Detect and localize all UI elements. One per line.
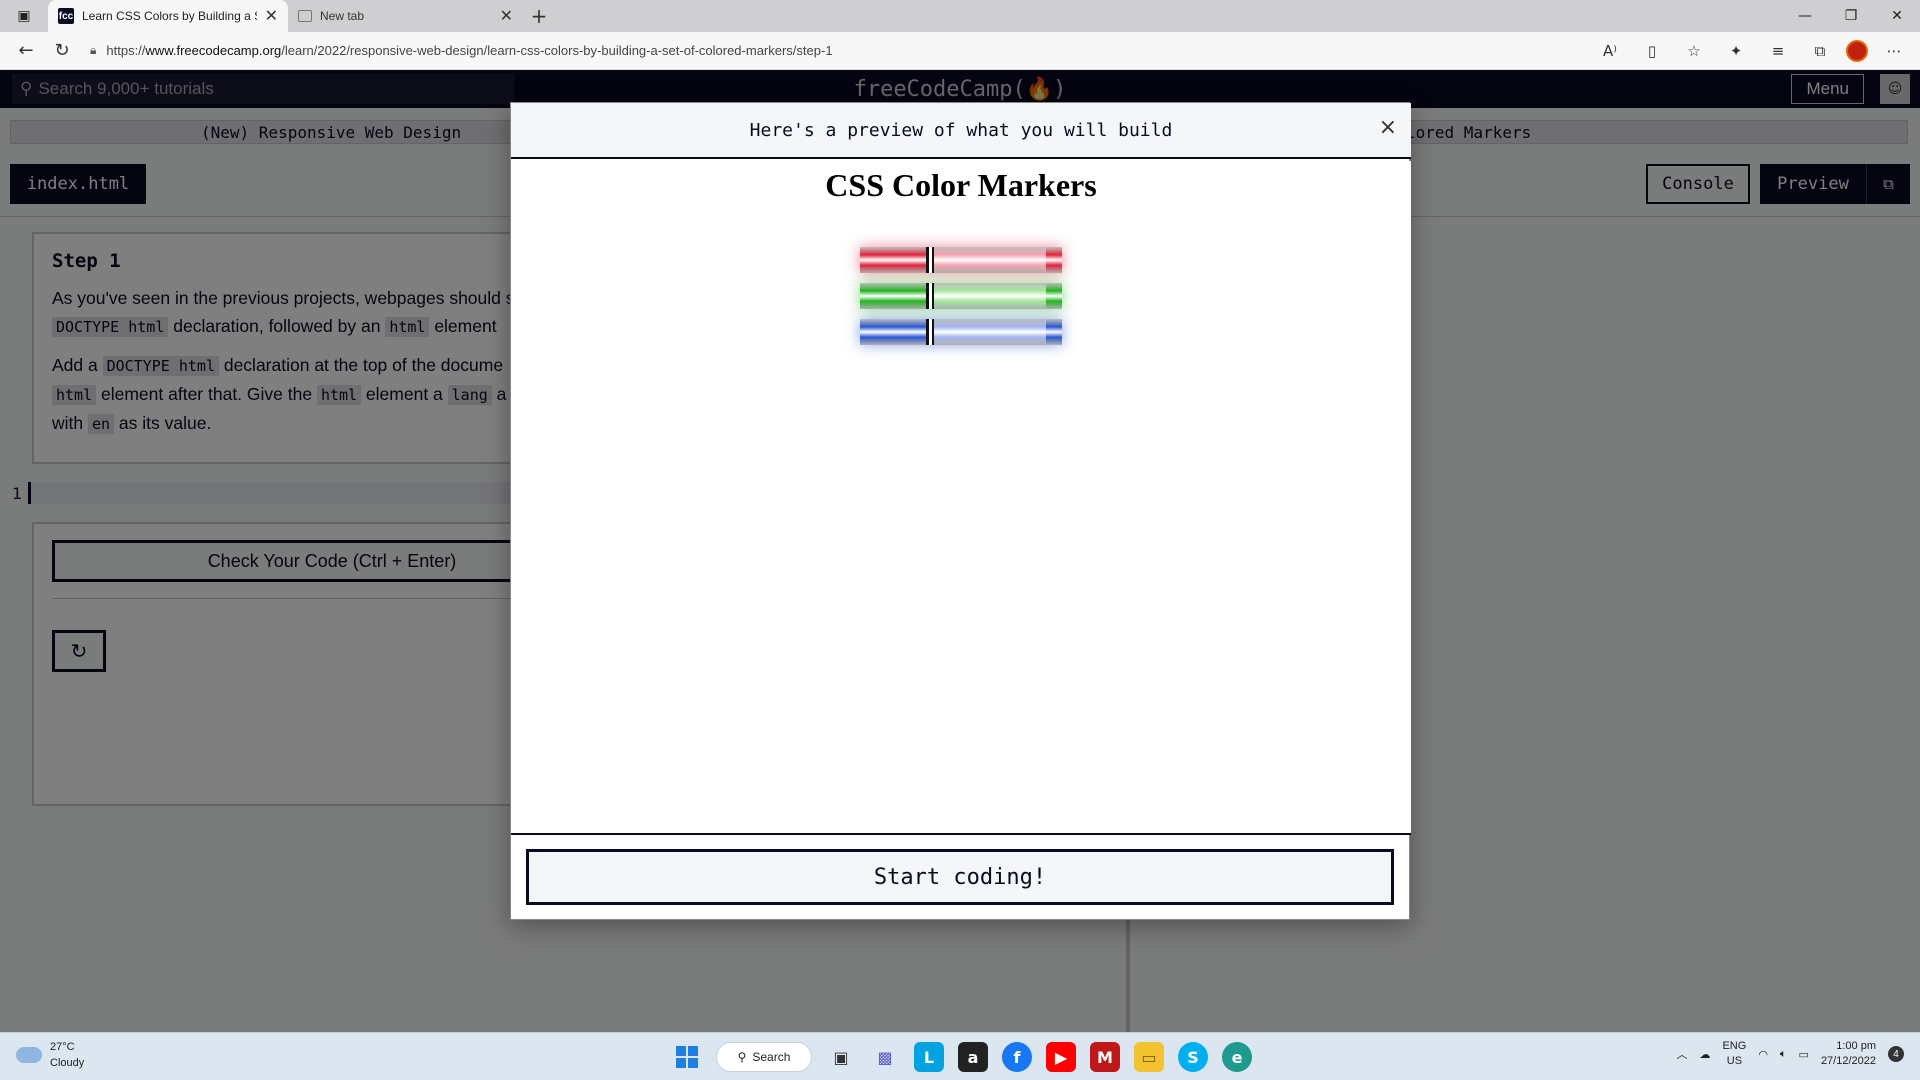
- refresh-icon[interactable]: ↻: [44, 33, 80, 69]
- marker-gap: [926, 319, 929, 345]
- clock[interactable]: 1:00 pm 27/12/2022: [1821, 1039, 1876, 1069]
- marker-sleeve: [934, 319, 1046, 345]
- task-view-icon[interactable]: ▣: [826, 1042, 856, 1072]
- wifi-icon[interactable]: ◠: [1758, 1048, 1768, 1061]
- amazon-icon[interactable]: a: [958, 1042, 988, 1072]
- weather-condition: Cloudy: [50, 1057, 85, 1069]
- temperature: 27°C: [50, 1041, 75, 1053]
- url-prefix: https://: [106, 43, 146, 58]
- weather-text: 27°C Cloudy: [50, 1039, 84, 1071]
- teams-chat-icon[interactable]: ▩: [870, 1042, 900, 1072]
- date: 27/12/2022: [1820, 1055, 1876, 1067]
- edge-browser-icon[interactable]: e: [1222, 1042, 1252, 1072]
- skype-icon[interactable]: S: [1178, 1042, 1208, 1072]
- time: 1:00 pm: [1836, 1040, 1876, 1052]
- immersive-reader-icon[interactable]: ▯: [1636, 35, 1668, 67]
- tab-title: Learn CSS Colors by Building a S: [82, 9, 257, 23]
- markers-container: [860, 247, 1062, 355]
- project-preview: CSS Color Markers: [511, 161, 1411, 833]
- lock-icon: 🔒︎: [90, 43, 97, 57]
- close-tab-icon[interactable]: ✕: [500, 6, 513, 26]
- tab-title: New tab: [320, 9, 365, 23]
- url-text: https://www.freecodecamp.org/learn/2022/…: [106, 43, 832, 58]
- marker-green: [860, 283, 1062, 309]
- window-close-icon[interactable]: ✕: [1874, 0, 1920, 32]
- file-explorer-icon[interactable]: ▭: [1134, 1042, 1164, 1072]
- preview-modal: Here's a preview of what you will build …: [510, 102, 1411, 920]
- modal-header: Here's a preview of what you will build …: [511, 103, 1411, 159]
- lang-code: ENG: [1722, 1040, 1747, 1052]
- facebook-icon[interactable]: f: [1002, 1042, 1032, 1072]
- youtube-icon[interactable]: ▶: [1046, 1042, 1076, 1072]
- window-controls: — ❐ ✕: [1782, 0, 1920, 32]
- add-favorite-icon[interactable]: ☆: [1678, 35, 1710, 67]
- mcafee-icon[interactable]: M: [1090, 1042, 1120, 1072]
- show-hidden-icons-icon[interactable]: ︿: [1676, 1046, 1687, 1062]
- browser-toolbar-icons: A⁾ ▯ ☆ ✦ ≡ ⧉ ⋯: [1594, 35, 1920, 67]
- tab-actions-icon[interactable]: ▣: [0, 0, 48, 32]
- start-windows-icon[interactable]: [672, 1042, 702, 1072]
- favorites-icon[interactable]: ≡: [1762, 35, 1794, 67]
- cloud-icon: [16, 1047, 42, 1063]
- windows-taskbar: 27°C Cloudy ⚲ Search ▣ ▩ L a f ▶ M ▭ S e …: [0, 1032, 1920, 1080]
- browser-tab-new[interactable]: New tab ✕: [288, 0, 523, 32]
- url-path: /learn/2022/responsive-web-design/learn-…: [281, 43, 833, 58]
- weather-widget[interactable]: 27°C Cloudy: [16, 1039, 84, 1071]
- marker-red: [860, 247, 1062, 273]
- marker-cap: [1046, 283, 1062, 309]
- preview-heading: CSS Color Markers: [825, 167, 1097, 203]
- taskbar-search-label: Search: [752, 1050, 791, 1064]
- browser-tab-active[interactable]: fcc Learn CSS Colors by Building a S ✕: [48, 0, 288, 32]
- collections-icon[interactable]: ⧉: [1804, 35, 1836, 67]
- marker-tip: [860, 319, 926, 345]
- taskbar-apps: ⚲ Search ▣ ▩ L a f ▶ M ▭ S e: [672, 1039, 1252, 1075]
- search-icon: ⚲: [737, 1050, 747, 1064]
- start-coding-button[interactable]: Start coding!: [526, 849, 1394, 905]
- minimize-icon[interactable]: —: [1782, 0, 1828, 32]
- notification-badge[interactable]: 4: [1888, 1046, 1904, 1062]
- url-domain: www.freecodecamp.org: [145, 43, 282, 58]
- volume-icon[interactable]: 🔈︎: [1780, 1048, 1787, 1061]
- address-bar: ← ↻ 🔒︎ https://www.freecodecamp.org/lear…: [0, 32, 1920, 70]
- region-code: US: [1726, 1055, 1743, 1067]
- language-indicator[interactable]: ENG US: [1722, 1039, 1746, 1069]
- extensions-icon[interactable]: ✦: [1720, 35, 1752, 67]
- marker-sleeve: [934, 283, 1046, 309]
- restore-icon[interactable]: ❐: [1828, 0, 1874, 32]
- marker-blue: [860, 319, 1062, 345]
- marker-gap: [926, 247, 929, 273]
- browser-tab-strip: ▣ fcc Learn CSS Colors by Building a S ✕…: [0, 0, 1920, 32]
- marker-sleeve: [934, 247, 1046, 273]
- settings-more-icon[interactable]: ⋯: [1878, 35, 1910, 67]
- onedrive-cloud-icon[interactable]: ☁: [1699, 1048, 1710, 1061]
- marker-tip: [860, 283, 926, 309]
- new-tab-plus-icon[interactable]: +: [523, 0, 555, 32]
- url-field[interactable]: 🔒︎ https://www.freecodecamp.org/learn/20…: [90, 36, 1530, 66]
- taskbar-search[interactable]: ⚲ Search: [716, 1042, 812, 1072]
- marker-gap: [926, 283, 929, 309]
- close-icon[interactable]: ×: [1379, 115, 1397, 140]
- read-aloud-icon[interactable]: A⁾: [1594, 35, 1626, 67]
- new-tab-favicon-icon: [298, 10, 312, 22]
- battery-icon[interactable]: ▭: [1799, 1048, 1809, 1061]
- modal-title: Here's a preview of what you will build: [749, 119, 1173, 141]
- freecodecamp-favicon-icon: fcc: [58, 8, 74, 24]
- marker-cap: [1046, 319, 1062, 345]
- l-app-icon[interactable]: L: [914, 1042, 944, 1072]
- close-tab-icon[interactable]: ✕: [265, 6, 278, 26]
- back-arrow-icon[interactable]: ←: [8, 33, 44, 69]
- marker-tip: [860, 247, 926, 273]
- divider: [511, 833, 1411, 835]
- system-tray: ︿ ☁ ENG US ◠ 🔈︎ ▭ 1:00 pm 27/12/2022 4: [1676, 1039, 1904, 1069]
- marker-cap: [1046, 247, 1062, 273]
- profile-avatar-icon[interactable]: [1846, 39, 1868, 62]
